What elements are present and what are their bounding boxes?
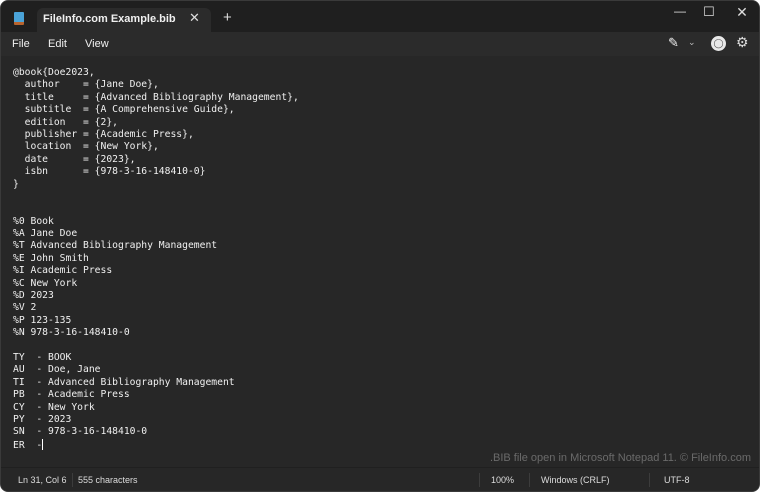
encoding[interactable]: UTF-8 [664, 475, 690, 485]
editor-line: title = {Advanced Bibliography Managemen… [13, 91, 299, 103]
settings-gear-icon[interactable]: ⚙ [736, 34, 749, 51]
editor-line: CY - New York [13, 401, 95, 413]
editor-line: date = {2023}, [13, 153, 136, 165]
editor-line: %C New York [13, 277, 78, 289]
close-window-icon[interactable]: ✕ [727, 4, 757, 21]
editor-line: @book{Doe2023, [13, 67, 95, 78]
close-tab-icon[interactable]: ✕ [189, 10, 200, 26]
divider [649, 473, 650, 487]
editor-line: PY - 2023 [13, 413, 72, 425]
editor-line: PB - Academic Press [13, 389, 130, 401]
editor-line: ER - [13, 438, 44, 451]
editor-line: publisher = {Academic Press}, [13, 128, 194, 140]
editor-line: %V 2 [13, 302, 37, 314]
status-bar: Ln 31, Col 6 555 characters 100% Windows… [1, 467, 759, 491]
zoom-level[interactable]: 100% [491, 475, 514, 485]
editor-line: %E John Smith [13, 252, 89, 264]
divider [529, 473, 530, 487]
editor-line: } [13, 178, 19, 190]
cursor-position[interactable]: Ln 31, Col 6 [18, 475, 67, 485]
new-tab-icon[interactable]: + [223, 9, 232, 26]
minimize-icon[interactable]: — [665, 4, 695, 18]
notepad-app-icon [14, 12, 24, 25]
menu-view[interactable]: View [85, 38, 109, 50]
account-avatar-icon[interactable]: ◯ [711, 36, 726, 51]
editor-line: AU - Doe, Jane [13, 364, 101, 376]
editor-line: edition = {2}, [13, 116, 118, 128]
tab-title: FileInfo.com Example.bib [43, 13, 176, 25]
editor-line: author = {Jane Doe}, [13, 79, 159, 91]
editor-line: TY - BOOK [13, 351, 72, 363]
text-cursor [42, 438, 44, 450]
editor-line: location = {New York}, [13, 141, 159, 153]
tab-file[interactable]: FileInfo.com Example.bib ✕ [37, 8, 211, 32]
copilot-icon[interactable]: ✎ [668, 35, 679, 51]
line-ending[interactable]: Windows (CRLF) [541, 475, 610, 485]
editor-line: %A Jane Doe [13, 228, 78, 240]
editor-line: %I Academic Press [13, 265, 113, 277]
editor-line: SN - 978-3-16-148410-0 [13, 426, 148, 438]
watermark: .BIB file open in Microsoft Notepad 11. … [489, 452, 751, 464]
editor-line: %N 978-3-16-148410-0 [13, 327, 130, 339]
editor-line: isbn = {978-3-16-148410-0} [13, 166, 206, 178]
menu-file[interactable]: File [12, 38, 30, 50]
maximize-icon[interactable]: ☐ [694, 4, 724, 20]
notepad-window: FileInfo.com Example.bib ✕ + — ☐ ✕ File … [0, 0, 760, 492]
title-bar: FileInfo.com Example.bib ✕ + — ☐ ✕ [1, 1, 759, 32]
editor-line: %D 2023 [13, 290, 54, 302]
editor-line: TI - Advanced Bibliography Management [13, 376, 235, 388]
editor-line: %P 123-135 [13, 314, 72, 326]
text-editor[interactable]: @book{Doe2023, author = {Jane Doe}, titl… [13, 67, 299, 451]
editor-line: subtitle = {A Comprehensive Guide}, [13, 104, 235, 116]
divider [479, 473, 480, 487]
chevron-down-icon[interactable]: ⌄ [688, 37, 696, 48]
editor-line: %T Advanced Bibliography Management [13, 240, 218, 252]
editor-line: %0 Book [13, 215, 54, 227]
menu-edit[interactable]: Edit [48, 38, 67, 50]
character-count: 555 characters [78, 475, 138, 485]
divider [72, 473, 73, 487]
menu-bar: File Edit View [1, 32, 759, 56]
